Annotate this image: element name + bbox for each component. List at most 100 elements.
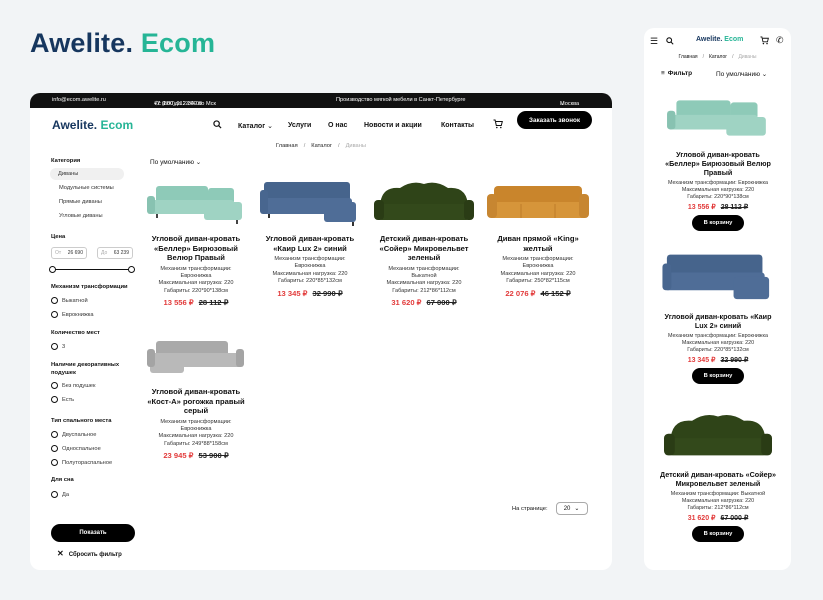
mobile-product-card[interactable]: Угловой диван-кровать «Каир Lux 2» синий… [658, 250, 778, 385]
product-card[interactable]: Угловой диван-кровать «Каир Lux 2» синий… [256, 178, 364, 298]
cart-icon[interactable] [493, 119, 503, 129]
mobile-filter-button[interactable]: ≡ Фильтр [661, 70, 692, 77]
product-title[interactable]: Угловой диван-кровать «Кост-А» рогожка п… [142, 387, 250, 416]
category-modular[interactable]: Модульные системы [59, 185, 114, 191]
product-image[interactable] [142, 178, 250, 228]
mobile-logo[interactable]: Awelite. Ecom [696, 36, 743, 43]
product-title[interactable]: Детский диван-кровать «Сойер» Микровельв… [658, 470, 778, 488]
product-price: 22 076 ₽46 152 ₽ [505, 288, 571, 298]
category-corner[interactable]: Угловые диваны [59, 213, 103, 219]
nav-news[interactable]: Новости и акции [364, 122, 422, 129]
breadcrumb: Главная / Каталог / Диваны [276, 143, 366, 149]
nav-contacts[interactable]: Контакты [441, 122, 474, 129]
product-specs: Механизм трансформации: Еврокнижка Максима… [158, 265, 234, 294]
product-specs: Механизм трансформации: Еврокнижка Максима… [272, 256, 348, 285]
nav-services[interactable]: Услуги [288, 122, 311, 129]
crumb-catalog[interactable]: Каталог [311, 143, 332, 149]
product-title[interactable]: Угловой диван-кровать «Беллер» Бирюзовый… [142, 234, 250, 263]
nav-catalog[interactable]: Каталог ⌄ [238, 122, 273, 130]
main-nav: Awelite. Ecom Каталог ⌄ Услуги О нас Нов… [30, 108, 612, 142]
slider-handle-min[interactable] [49, 266, 56, 273]
product-image[interactable] [658, 410, 778, 464]
chevron-down-icon: ⌄ [267, 123, 273, 130]
top-bar: info@ecom.awelite.ru ✆ +7 (880) 012-34-0… [30, 93, 612, 108]
price-slider[interactable] [49, 266, 135, 273]
phone-icon[interactable]: ✆ [776, 35, 784, 45]
product-price: 13 345 ₽32 990 ₽ [687, 357, 749, 365]
product-title[interactable]: Угловой диван-кровать «Беллер» Бирюзовый… [658, 150, 778, 177]
chevron-down-icon: ⌄ [195, 159, 202, 166]
product-card[interactable]: Угловой диван-кровать «Беллер» Бирюзовый… [142, 178, 250, 307]
product-price: 13 345 ₽32 990 ₽ [277, 288, 343, 298]
sort-select[interactable]: По умолчанию ⌄ [150, 158, 201, 166]
nav-about[interactable]: О нас [328, 122, 347, 129]
call-button[interactable]: Заказать звонок [517, 111, 592, 129]
product-price: 31 620 ₽67 000 ₽ [391, 298, 457, 308]
category-title: Категория [51, 158, 81, 164]
forsleep-title: Для сна [51, 477, 74, 483]
category-sofas[interactable]: Диваны [50, 168, 124, 180]
product-image[interactable] [658, 92, 778, 144]
add-to-cart-button[interactable]: В корзину [692, 368, 744, 385]
product-card[interactable]: Угловой диван-кровать «Кост-А» рогожка п… [142, 331, 250, 460]
desktop-mockup: info@ecom.awelite.ru ✆ +7 (880) 012-34-0… [30, 93, 612, 570]
product-title[interactable]: Диван прямой «King» желтый [484, 234, 592, 253]
search-icon[interactable] [213, 120, 222, 129]
email-link[interactable]: info@ecom.awelite.ru [52, 97, 106, 103]
mobile-product-card[interactable]: Угловой диван-кровать «Беллер» Бирюзовый… [658, 92, 778, 232]
chevron-down-icon: ⌄ [761, 71, 768, 78]
product-specs: Механизм трансформации: Еврокнижка Максима… [158, 418, 234, 447]
product-card[interactable]: Детский диван-кровать «Сойер» Микровельв… [370, 178, 478, 307]
seats-title: Количество мест [51, 330, 100, 336]
product-card[interactable]: Диван прямой «King» желтый Механизм тран… [484, 178, 592, 298]
product-image[interactable] [370, 178, 478, 228]
add-to-cart-button[interactable]: В корзину [692, 526, 744, 543]
seats-option[interactable]: 3 [51, 343, 65, 350]
filter-icon: ≡ [661, 70, 665, 77]
product-image[interactable] [484, 178, 592, 228]
price-from-input[interactable]: От 26 690 [51, 247, 87, 259]
chevron-down-icon: ⌄ [574, 506, 580, 512]
cart-icon[interactable] [760, 36, 769, 45]
add-to-cart-button[interactable]: В корзину [692, 215, 744, 232]
menu-icon[interactable]: ☰ [650, 36, 658, 46]
product-title[interactable]: Детский диван-кровать «Сойер» Микровельв… [370, 234, 478, 263]
product-title[interactable]: Угловой диван-кровать «Каир Lux 2» синий [256, 234, 364, 253]
mobile-breadcrumb: Главная / Каталог / Диваны [678, 54, 757, 60]
slider-handle-max[interactable] [128, 266, 135, 273]
product-specs: Механизм трансформации: Еврокнижка Максим… [668, 333, 768, 353]
mechanism-title: Механизм трансформации [51, 284, 128, 290]
product-image[interactable] [256, 178, 364, 228]
product-price: 13 556 ₽28 112 ₽ [687, 204, 749, 212]
price-to-input[interactable]: До 63 239 [97, 247, 133, 259]
pillows-option[interactable]: Без подушек [51, 382, 95, 389]
tagline: Производство мягкой мебели в Санкт-Петер… [336, 97, 466, 103]
crumb-home[interactable]: Главная [276, 143, 298, 149]
pillows-option[interactable]: Есть [51, 396, 74, 403]
product-specs: Механизм трансформации: Выкатной Максималь… [386, 265, 462, 294]
product-specs: Механизм трансформации: Еврокнижка Максима… [500, 256, 576, 285]
nav-logo[interactable]: Awelite. Ecom [52, 118, 133, 132]
mobile-sort-select[interactable]: По умолчанию ⌄ [716, 70, 767, 78]
sleep-option[interactable]: Полутораспальное [51, 459, 112, 466]
product-title[interactable]: Угловой диван-кровать «Каир Lux 2» синий [658, 312, 778, 330]
mobile-product-card[interactable]: Детский диван-кровать «Сойер» Микровельв… [658, 410, 778, 543]
product-image[interactable] [658, 250, 778, 306]
sleep-option[interactable]: Односпальное [51, 445, 101, 452]
category-straight[interactable]: Прямые диваны [59, 199, 102, 205]
product-price: 13 556 ₽28 112 ₽ [163, 298, 229, 308]
product-specs: Механизм трансформации: Выкатной Максимал… [670, 491, 766, 511]
sleep-option[interactable]: Двуспальное [51, 431, 96, 438]
show-button[interactable]: Показать [51, 524, 135, 542]
search-icon[interactable] [666, 37, 674, 45]
reset-filter[interactable]: ✕ Сбросить фильтр [57, 549, 122, 558]
price-title: Цена [51, 234, 66, 240]
forsleep-option[interactable]: Да [51, 491, 69, 498]
mechanism-option[interactable]: Еврокнижка [51, 311, 94, 318]
mechanism-option[interactable]: Выкатной [51, 297, 88, 304]
product-image[interactable] [142, 331, 250, 381]
per-page-select[interactable]: 20 ⌄ [555, 502, 588, 515]
close-icon: ✕ [57, 549, 64, 558]
mobile-mockup: ☰ Awelite. Ecom ✆ Главная / Каталог / Диваны… [644, 28, 791, 570]
sleep-title: Тип спального места [51, 418, 112, 424]
